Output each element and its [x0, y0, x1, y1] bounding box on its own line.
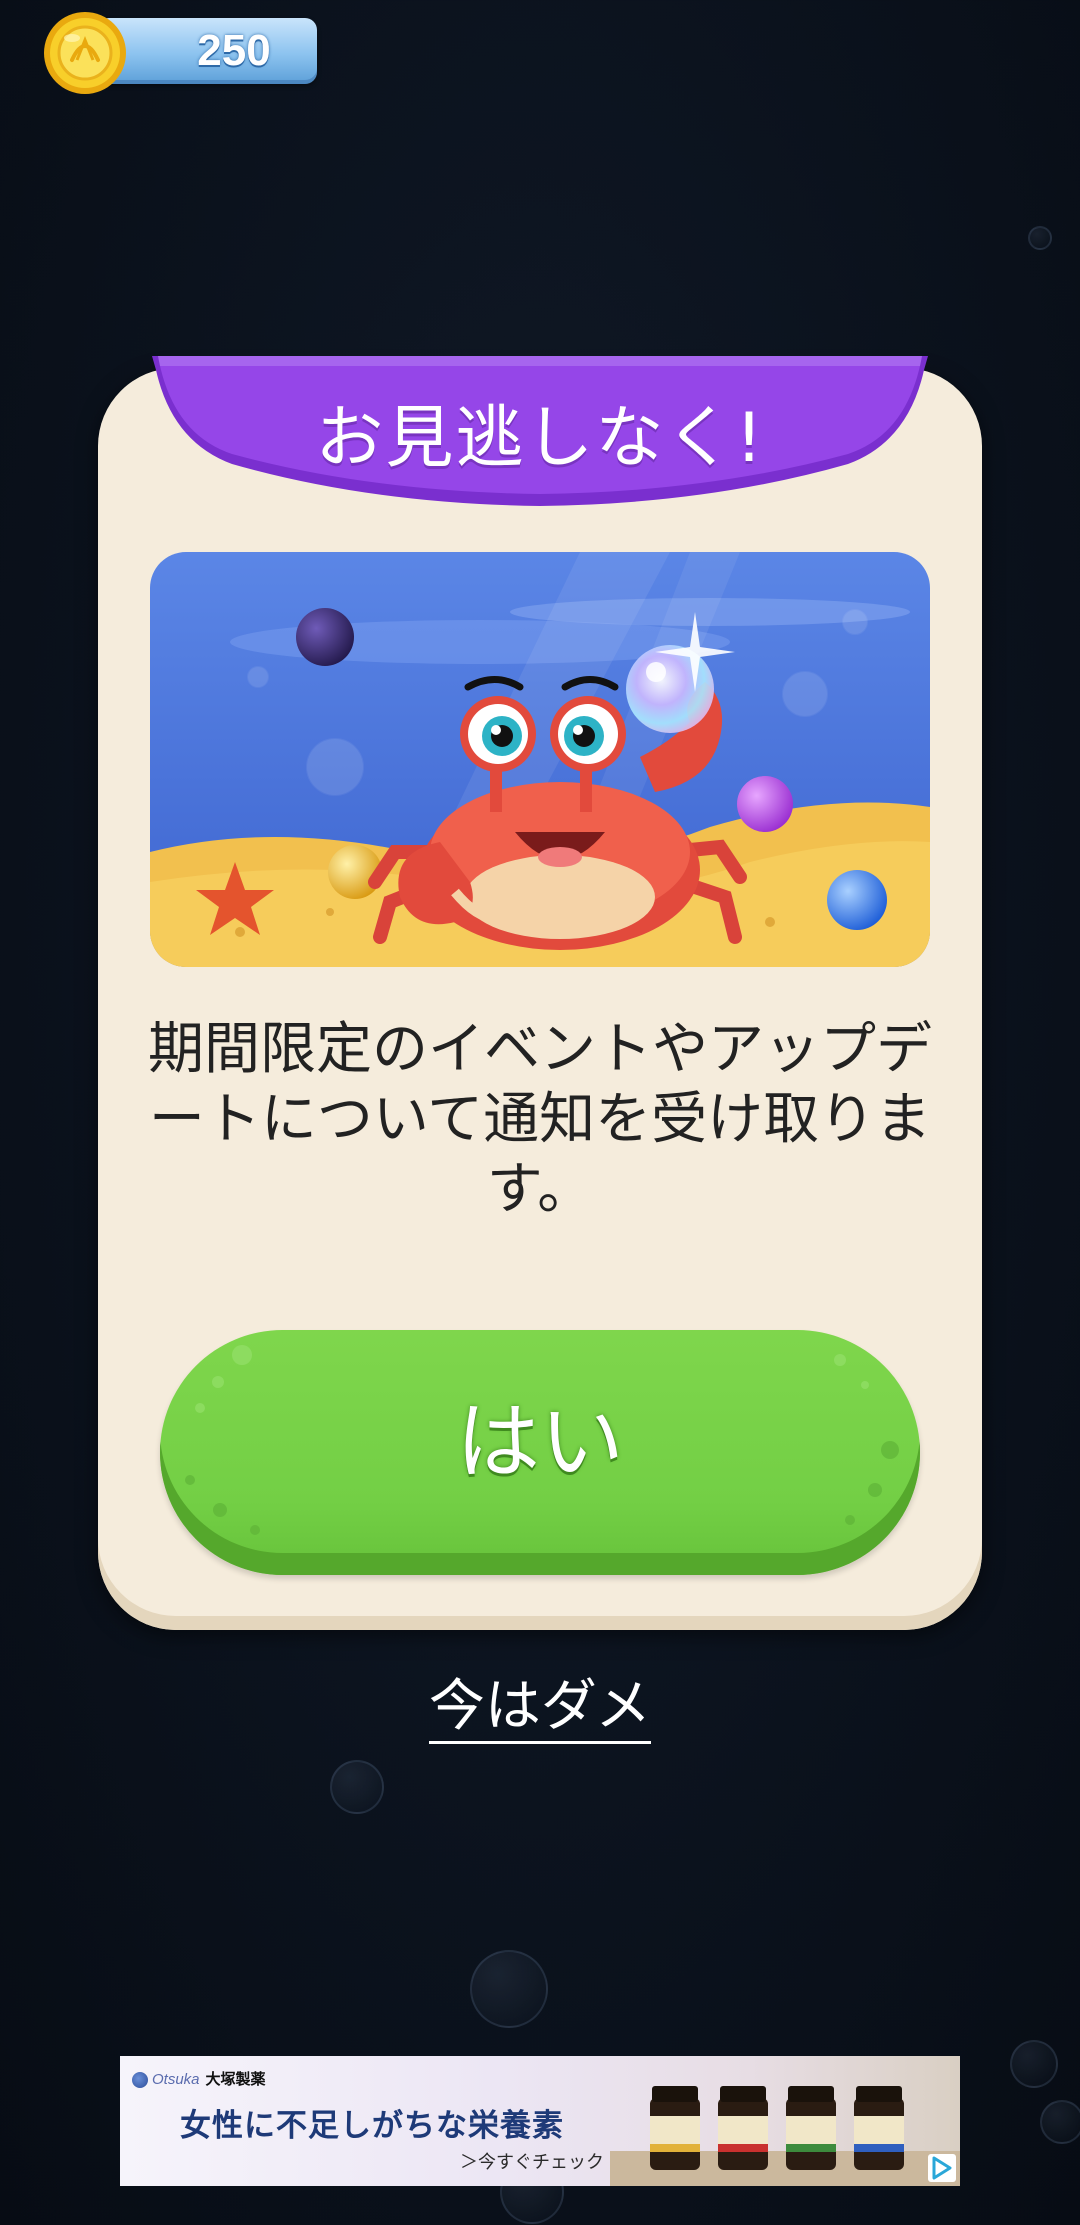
background-bubble: [330, 1760, 384, 1814]
yes-button-label: はい: [455, 1393, 624, 1491]
ad-brand-jp: 大塚製薬: [205, 2071, 266, 2088]
dialog-message: 期間限定のイベントやアップデートについて通知を受け取ります。: [148, 1017, 932, 1222]
background-bubble: [1040, 2100, 1080, 2144]
ad-banner[interactable]: Otsuka 大塚製薬 女性に不足しがちな栄養素 ＞今すぐチェック: [120, 2056, 960, 2186]
background-bubble: [1028, 226, 1052, 250]
coin-counter[interactable]: 250: [42, 10, 317, 102]
ad-brand-en: Otsuka: [152, 2071, 200, 2088]
ad-brand: Otsuka 大塚製薬: [132, 2068, 266, 2098]
gold-coin-icon: [44, 12, 126, 94]
adchoices-icon[interactable]: [928, 2154, 956, 2182]
crab-with-bubbles-illustration: [150, 552, 930, 967]
not-now-link[interactable]: 今はダメ: [390, 1672, 690, 1752]
coin-count: 250: [197, 26, 271, 75]
yes-button[interactable]: はい: [160, 1330, 920, 1575]
coin-count-pill: 250: [97, 18, 317, 84]
supplement-bottles-image: [610, 2086, 960, 2186]
not-now-label: 今はダメ: [428, 1674, 652, 1744]
background-bubble: [470, 1950, 548, 2028]
otsuka-logo-icon: [132, 2072, 148, 2089]
dialog-title: お見逃しなく!: [315, 399, 765, 478]
ad-cta[interactable]: ＞今すぐチェック: [460, 2148, 604, 2174]
background-bubble: [1010, 2040, 1058, 2088]
ad-headline: 女性に不足しがちな栄養素: [180, 2108, 564, 2144]
